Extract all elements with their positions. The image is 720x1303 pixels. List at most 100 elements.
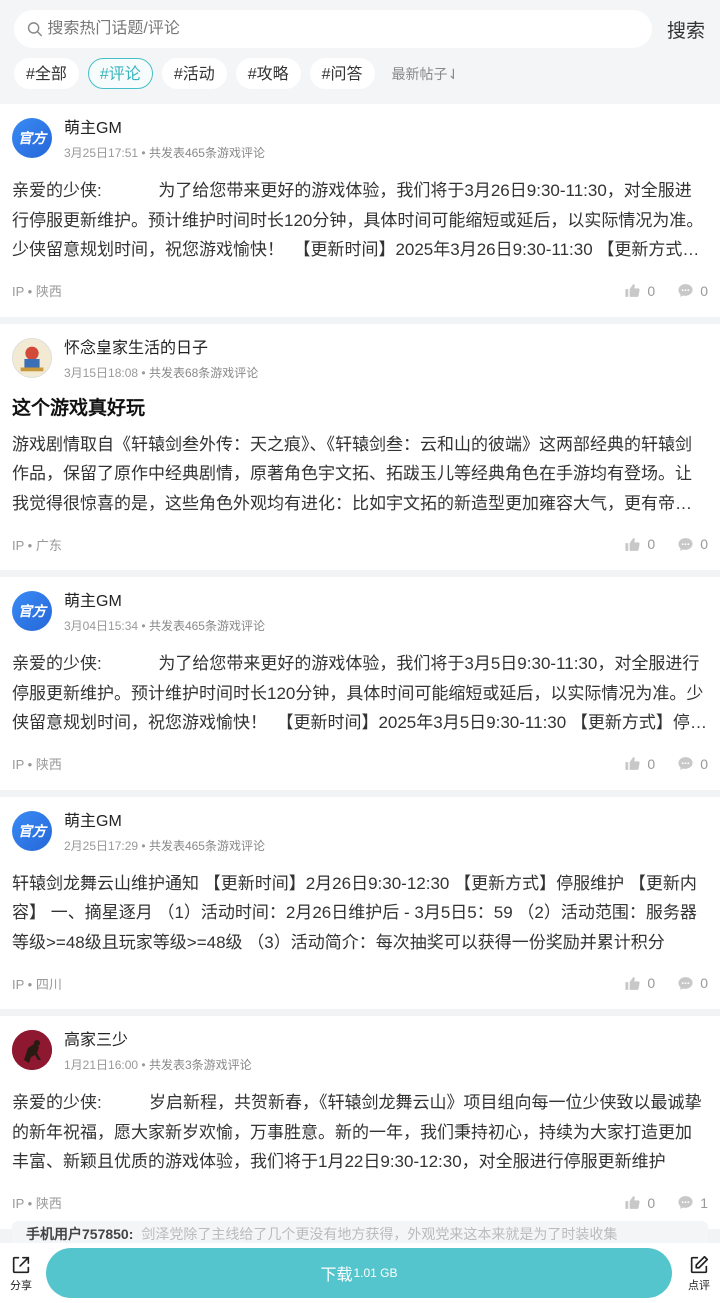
share-icon	[12, 1256, 30, 1273]
comment-icon	[678, 976, 693, 990]
official-badge: 官方	[18, 130, 46, 146]
avatar[interactable]	[12, 1030, 52, 1070]
post-meta: 3月04日15:34 • 共发表465条游戏评论	[64, 619, 265, 633]
avatar[interactable]: 官方	[12, 810, 52, 851]
post-footer: IP • 陕西 0 0	[12, 265, 708, 317]
like-count: 0	[647, 282, 656, 299]
post-meta: 3月25日17:51 • 共发表465条游戏评论	[64, 146, 265, 160]
post-footer: IP • 陕西 0 0	[12, 738, 708, 790]
comment-count: 0	[700, 536, 708, 552]
post-card[interactable]: 官方 萌主GM 2月25日17:29 • 共发表465条游戏评论轩辕剑龙舞云山维护通…	[0, 796, 720, 1009]
sort-latest-button[interactable]: 最新帖子⇃	[392, 64, 460, 84]
comment-button[interactable]: 0	[677, 536, 708, 553]
avatar-image	[13, 338, 51, 377]
review-count: 共发表465条游戏评论	[148, 146, 265, 160]
ip-location: IP • 陕西	[12, 757, 62, 772]
avatar[interactable]	[12, 337, 52, 378]
share-label: 分享	[10, 1279, 32, 1292]
comment-count: 0	[700, 282, 708, 299]
comment-icon	[678, 1196, 693, 1209]
author-name[interactable]: 萌主GM	[64, 119, 265, 139]
search-icon	[27, 22, 42, 37]
search-input[interactable]	[47, 20, 652, 38]
post-card[interactable]: 高家三少 1月21日16:00 • 共发表3条游戏评论 亲爱的少侠: 岁启新程，共贺…	[0, 1016, 720, 1229]
post-date: 1月21日16:00	[64, 1058, 139, 1072]
tag-all[interactable]: #全部	[14, 58, 79, 89]
search-button[interactable]: 搜索	[664, 16, 708, 43]
post-header: 官方 萌主GM 2月25日17:29 • 共发表465条游戏评论	[12, 810, 708, 861]
like-icon	[625, 976, 641, 990]
like-icon	[625, 284, 641, 297]
review-button[interactable]: 点评	[678, 1254, 720, 1293]
comment-button[interactable]: 0	[677, 282, 708, 299]
review-count: 共发表3条游戏评论	[148, 1058, 252, 1072]
tag-qa[interactable]: #问答	[309, 58, 375, 89]
review-count: 共发表465条游戏评论	[148, 838, 265, 853]
like-count: 0	[647, 536, 656, 552]
post-footer: IP • 四川 0 0	[12, 957, 708, 1009]
avatar[interactable]: 官方	[12, 118, 52, 158]
like-icon	[625, 1196, 641, 1209]
post-body[interactable]: 游戏剧情取自《轩辕剑叁外传：天之痕》、《轩辕剑叁：云和山的彼端》这两部经典的轩辕…	[12, 430, 708, 519]
post-body[interactable]: 亲爱的少侠: 为了给您带来更好的游戏体验，我们将于3月5日9:30-11:30，…	[12, 649, 708, 738]
tag-guide[interactable]: #攻略	[235, 58, 301, 89]
like-button[interactable]: 0	[624, 282, 655, 299]
post-date: 3月25日17:51	[64, 146, 139, 160]
comment-icon	[678, 757, 693, 770]
comment-icon	[678, 537, 693, 551]
share-button[interactable]: 分享	[0, 1254, 42, 1293]
post-body[interactable]: 亲爱的少侠: 岁启新程，共贺新春，《轩辕剑龙舞云山》项目组向每一位少侠致以最诚挚…	[12, 1088, 708, 1177]
author-name[interactable]: 怀念皇家生活的日子	[64, 339, 258, 359]
like-button[interactable]: 0	[624, 1194, 655, 1211]
post-card[interactable]: 怀念皇家生活的日子 3月15日18:08 • 共发表68条游戏评论这个游戏真好玩游…	[0, 323, 720, 570]
post-header: 高家三少 1月21日16:00 • 共发表3条游戏评论	[12, 1030, 708, 1080]
post-card[interactable]: 官方 萌主GM 3月25日17:51 • 共发表465条游戏评论亲爱的少侠: 为了给…	[0, 104, 720, 317]
like-button[interactable]: 0	[624, 755, 655, 772]
review-count: 共发表465条游戏评论	[148, 619, 265, 633]
post-date: 2月25日17:29	[64, 838, 139, 853]
like-count: 0	[647, 755, 656, 772]
download-button[interactable]: 下载 1.01 GB	[46, 1248, 672, 1298]
header: 搜索 #全部 #评论 #活动 #攻略 #问答 最新帖子⇃	[0, 0, 720, 104]
post-title[interactable]: 这个游戏真好玩	[12, 396, 708, 422]
edit-icon	[690, 1255, 709, 1273]
official-badge: 官方	[18, 603, 46, 619]
download-size: 1.01 GB	[353, 1266, 398, 1280]
like-button[interactable]: 0	[624, 536, 655, 553]
post-body[interactable]: 亲爱的少侠: 为了给您带来更好的游戏体验，我们将于3月26日9:30-11:30…	[12, 176, 708, 265]
official-badge: 官方	[18, 822, 46, 839]
post-author-info: 萌主GM 2月25日17:29 • 共发表465条游戏评论	[64, 811, 265, 853]
comment-icon	[678, 284, 693, 297]
post-footer: IP • 广东 0 0	[12, 518, 708, 570]
search-box[interactable]	[14, 10, 652, 48]
post-header: 官方 萌主GM 3月25日17:51 • 共发表465条游戏评论	[12, 118, 708, 168]
tag-review[interactable]: #评论	[87, 58, 153, 89]
author-name[interactable]: 高家三少	[64, 1031, 252, 1051]
post-meta: 2月25日17:29 • 共发表465条游戏评论	[64, 838, 265, 853]
author-name[interactable]: 萌主GM	[64, 592, 265, 612]
like-button[interactable]: 0	[624, 975, 655, 992]
post-author-info: 萌主GM 3月25日17:51 • 共发表465条游戏评论	[64, 118, 265, 160]
review-label: 点评	[688, 1279, 710, 1292]
post-date: 3月04日15:34	[64, 619, 139, 633]
comment-button[interactable]: 1	[677, 1194, 708, 1211]
comment-button[interactable]: 0	[677, 755, 708, 772]
avatar-image	[12, 1030, 52, 1070]
post-card[interactable]: 官方 萌主GM 3月04日15:34 • 共发表465条游戏评论亲爱的少侠: 为了给…	[0, 577, 720, 790]
comment-count: 1	[700, 1194, 708, 1211]
author-name[interactable]: 萌主GM	[64, 812, 265, 832]
comment-preview-text: 剑泽党除了主线给了几个更没有地方获得，外观党来这本来就是为了时装收集	[141, 1226, 618, 1242]
post-author-info: 怀念皇家生活的日子 3月15日18:08 • 共发表68条游戏评论	[64, 338, 258, 380]
comment-count: 0	[700, 755, 708, 772]
post-body[interactable]: 轩辕剑龙舞云山维护通知 【更新时间】2月26日9:30-12:30 【更新方式】…	[12, 869, 708, 958]
ip-location: IP • 陕西	[12, 284, 62, 299]
tag-activity[interactable]: #活动	[161, 58, 227, 89]
like-count: 0	[647, 1194, 656, 1211]
comment-button[interactable]: 0	[677, 975, 708, 992]
post-author-info: 高家三少 1月21日16:00 • 共发表3条游戏评论	[64, 1030, 252, 1072]
post-header: 官方 萌主GM 3月04日15:34 • 共发表465条游戏评论	[12, 591, 708, 641]
ip-location: IP • 广东	[12, 537, 62, 553]
download-label: 下载	[320, 1267, 353, 1284]
avatar[interactable]: 官方	[12, 591, 52, 631]
ip-location: IP • 陕西	[12, 1196, 62, 1211]
